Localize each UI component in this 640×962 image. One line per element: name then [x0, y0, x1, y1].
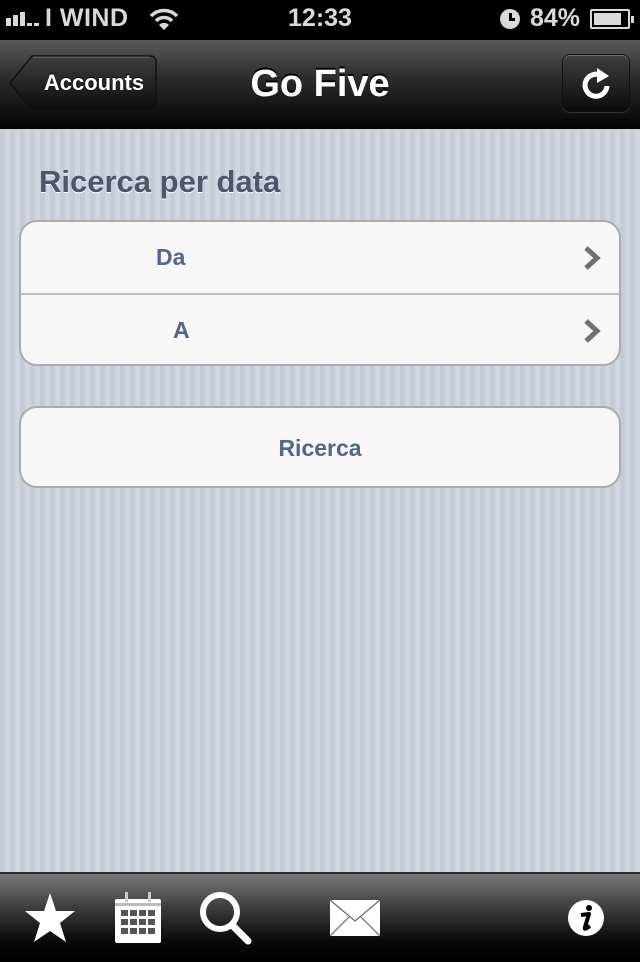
chevron-right-icon — [584, 246, 601, 270]
calendar-icon — [115, 892, 161, 943]
tab-mail[interactable] — [325, 888, 385, 948]
navigation-bar: Accounts Go Five — [0, 40, 640, 129]
refresh-icon — [582, 68, 610, 99]
tab-bar — [0, 872, 640, 962]
date-to-row[interactable]: A — [21, 293, 619, 364]
tab-info[interactable] — [556, 888, 616, 948]
content-area: Ricerca per data Da A Ricerca — [0, 129, 640, 872]
star-icon — [25, 893, 75, 942]
search-icon — [200, 892, 252, 945]
chevron-right-icon — [584, 319, 601, 343]
info-icon — [568, 900, 604, 936]
refresh-button[interactable] — [562, 54, 630, 112]
battery-percent: 84% — [529, 4, 580, 32]
status-bar: I WIND 12:33 84% — [0, 0, 640, 40]
date-to-label: A — [173, 317, 190, 343]
mail-icon — [329, 899, 381, 937]
page-title: Go Five — [250, 63, 390, 105]
date-from-label: Da — [156, 244, 186, 270]
battery-icon — [590, 8, 634, 29]
back-button-label: Accounts — [43, 70, 145, 95]
section-title: Ricerca per data — [39, 164, 281, 199]
status-right: 84% — [499, 4, 634, 33]
date-range-group: Da A — [19, 220, 621, 366]
battery-fill — [594, 12, 621, 25]
tab-favorites[interactable] — [20, 888, 80, 948]
search-button[interactable]: Ricerca — [19, 406, 621, 488]
search-button-label: Ricerca — [278, 435, 362, 461]
alarm-clock-icon — [499, 8, 520, 29]
date-from-row[interactable]: Da — [21, 222, 619, 293]
tab-calendar[interactable] — [108, 888, 168, 948]
tab-search[interactable] — [196, 888, 256, 948]
back-button-accounts[interactable]: Accounts — [8, 54, 158, 112]
